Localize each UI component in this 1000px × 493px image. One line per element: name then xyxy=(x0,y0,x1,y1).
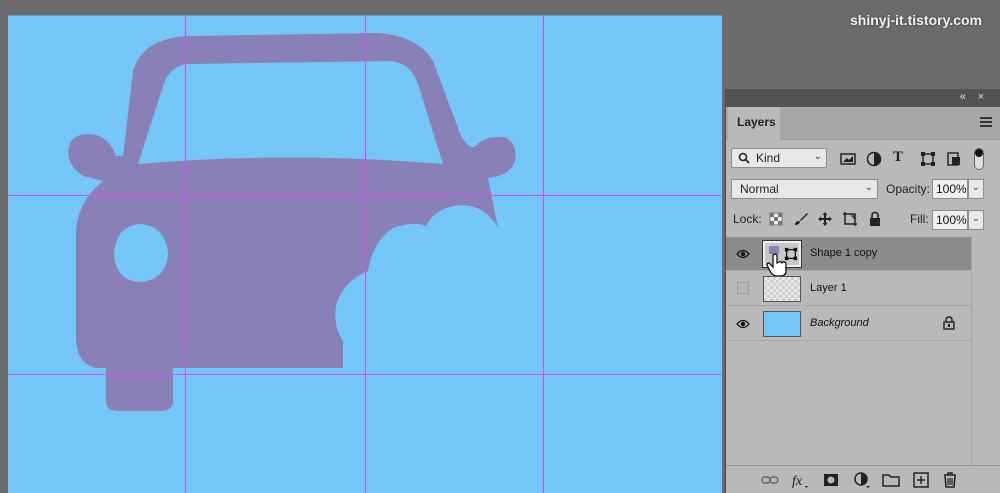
layer-name[interactable]: Background xyxy=(810,317,869,329)
filter-kind-select[interactable]: Kind ⌄ xyxy=(731,148,827,168)
new-adjustment-layer-icon[interactable] xyxy=(853,471,871,489)
eye-icon[interactable] xyxy=(736,248,750,260)
layer-thumbnail[interactable] xyxy=(763,311,801,337)
chevron-down-icon: ⌄ xyxy=(971,182,980,193)
trash-icon[interactable] xyxy=(941,471,959,489)
guide-vertical[interactable] xyxy=(185,16,186,493)
guide-horizontal[interactable] xyxy=(8,195,722,196)
eye-icon[interactable] xyxy=(736,318,750,330)
folder-icon[interactable] xyxy=(882,471,900,489)
panel-menu-icon[interactable] xyxy=(980,117,992,129)
layers-scrollbar[interactable] xyxy=(971,237,1000,466)
lock-icon xyxy=(943,316,955,330)
svg-text:fx: fx xyxy=(792,474,803,489)
car-silhouette xyxy=(68,33,516,411)
layer-row-layer-1[interactable]: Layer 1 xyxy=(726,272,971,306)
adjustment-layer-filter-icon[interactable] xyxy=(866,151,882,167)
filter-toggle-switch[interactable] xyxy=(974,148,984,170)
fill-input[interactable]: 100% xyxy=(932,210,968,230)
panel-title-bar: « × xyxy=(726,89,1000,107)
layer-row-shape-1-copy[interactable]: Shape 1 copy xyxy=(726,237,971,277)
guide-vertical[interactable] xyxy=(543,16,544,493)
watermark: shinyj-it.tistory.com xyxy=(850,12,982,28)
panel-tab-bar: Layers xyxy=(726,107,1000,141)
add-mask-icon[interactable] xyxy=(822,471,840,489)
opacity-input[interactable]: 100% xyxy=(932,179,968,199)
fill-label: Fill: xyxy=(910,212,929,226)
lock-transparent-pixels-icon[interactable] xyxy=(768,211,784,227)
lock-label: Lock: xyxy=(733,212,762,226)
lock-row: Lock: Fill: 100% ⌄ xyxy=(726,206,1000,236)
layer-name[interactable]: Layer 1 xyxy=(810,282,847,294)
panel-footer: fx xyxy=(726,465,1000,493)
tab-layers[interactable]: Layers xyxy=(728,107,780,141)
search-icon xyxy=(738,152,750,164)
new-layer-icon[interactable] xyxy=(912,471,930,489)
blend-mode-label: Normal xyxy=(740,182,779,196)
link-layers-icon[interactable] xyxy=(761,471,779,489)
blend-row: Normal ⌄ Opacity: 100% ⌄ xyxy=(726,175,1000,205)
layer-name[interactable]: Shape 1 copy xyxy=(810,247,877,259)
filter-kind-label: Kind xyxy=(756,151,781,165)
lock-image-pixels-icon[interactable] xyxy=(793,211,809,227)
close-icon[interactable]: × xyxy=(978,91,984,103)
opacity-dropdown[interactable]: ⌄ xyxy=(968,179,984,199)
blend-mode-select[interactable]: Normal ⌄ xyxy=(731,179,878,199)
guide-vertical[interactable] xyxy=(365,16,366,493)
layers-panel: « × Layers Kind ⌄ T Normal ⌄ Opacity: 10… xyxy=(725,89,1000,493)
chevron-down-icon: ⌄ xyxy=(971,213,980,224)
lock-position-icon[interactable] xyxy=(817,211,833,227)
guide-horizontal[interactable] xyxy=(8,374,722,375)
chevron-down-icon: ⌄ xyxy=(864,182,873,193)
fill-dropdown[interactable]: ⌄ xyxy=(968,210,984,230)
shape-layer-filter-icon[interactable] xyxy=(920,151,936,167)
layer-row-background[interactable]: Background xyxy=(726,307,971,341)
smart-object-filter-icon[interactable] xyxy=(946,151,962,167)
lock-artboard-icon[interactable] xyxy=(842,211,858,227)
fx-icon[interactable]: fx xyxy=(791,471,809,489)
layers-list: Shape 1 copy Layer 1 Background xyxy=(726,237,1000,465)
pixel-layer-filter-icon[interactable] xyxy=(840,151,856,167)
layer-thumbnail[interactable] xyxy=(763,276,801,302)
collapse-icon[interactable]: « xyxy=(960,91,966,103)
chevron-down-icon: ⌄ xyxy=(813,151,822,162)
visibility-toggle[interactable] xyxy=(737,282,749,294)
document-canvas[interactable] xyxy=(8,15,722,493)
filter-row: Kind ⌄ T xyxy=(726,141,1000,175)
opacity-label: Opacity: xyxy=(886,182,931,196)
lock-all-icon[interactable] xyxy=(867,211,883,227)
type-layer-filter-icon[interactable]: T xyxy=(893,149,909,165)
